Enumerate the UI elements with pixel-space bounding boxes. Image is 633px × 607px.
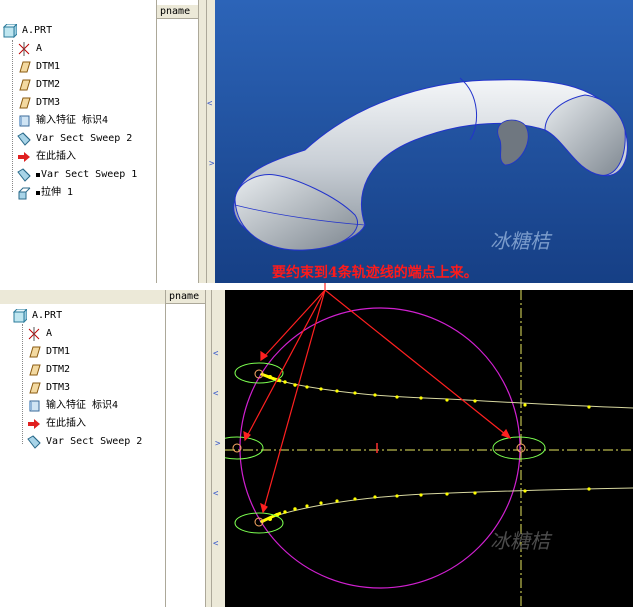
tree-item[interactable]: 输入特征 标识4 [27, 398, 118, 414]
tree-item-label: DTM3 [36, 97, 61, 108]
sweep-icon [17, 168, 33, 182]
tree-item-label: A [46, 328, 53, 339]
tree-item-label: DTM1 [36, 61, 61, 72]
bottom-model-tree: A.PRT A DTM1 DTM2 DTM3 输入特征 标识4 在此插入 Var Sect S… [0, 304, 166, 607]
datum-plane-icon [17, 78, 33, 92]
tree-item[interactable]: 拉伸 1 [17, 185, 73, 201]
tree-item[interactable]: 在此插入 [27, 416, 86, 432]
watermark: 冰糖桔 [490, 529, 550, 553]
tree-item-label: DTM1 [46, 346, 71, 357]
datum-plane-icon [17, 60, 33, 74]
datum-plane-icon [27, 345, 43, 359]
tree-item-label: A [36, 43, 43, 54]
datum-plane-icon [17, 96, 33, 110]
tree-item-label: 输入特征 标识4 [46, 400, 119, 411]
csys-icon [17, 42, 33, 56]
collapse-arrow-icon[interactable]: < [207, 100, 212, 109]
watermark: 冰糖桔 [490, 229, 550, 253]
tree-item[interactable]: DTM3 [17, 95, 60, 111]
tree-item[interactable]: A [17, 41, 42, 57]
tree-item-label: A.PRT [32, 310, 63, 321]
top-pname-column-header[interactable]: pname [156, 5, 198, 19]
part-icon [12, 307, 29, 324]
tree-item[interactable]: 在此插入 [17, 149, 76, 165]
expand-arrow-icon[interactable]: > [209, 160, 214, 169]
tree-item-label: DTM3 [46, 382, 71, 393]
datum-plane-icon [27, 381, 43, 395]
sweep-icon [27, 435, 43, 449]
collapse-arrow-icon[interactable]: < [213, 390, 218, 399]
collapse-arrow-icon[interactable]: < [213, 350, 218, 359]
tree-item[interactable]: A [27, 326, 52, 342]
tree-item-label: Var Sect Sweep 1 [41, 169, 138, 180]
sweep-icon [17, 132, 33, 146]
tree-item[interactable]: DTM1 [27, 344, 70, 360]
tree-item[interactable]: A.PRT [12, 307, 63, 324]
tree-item-label: DTM2 [36, 79, 61, 90]
tree-item-label: 在此插入 [36, 151, 76, 162]
top-3d-viewport[interactable]: 冰糖桔 [215, 0, 633, 283]
tree-item[interactable]: DTM2 [27, 362, 70, 378]
bottom-pname-column-header[interactable]: pname [165, 290, 205, 304]
datum-plane-icon [27, 363, 43, 377]
tree-item-label: 拉伸 1 [41, 187, 74, 198]
tree-item-label: 输入特征 标识4 [36, 115, 109, 126]
annotation-text: 要约束到4条轨迹线的端点上来。 [272, 265, 478, 281]
bottom-sash[interactable]: < < > < < [211, 290, 226, 607]
insert-here-arrow-icon [27, 417, 43, 431]
import-feature-icon [27, 399, 43, 413]
part-icon [2, 22, 19, 39]
extrude-icon [17, 186, 33, 200]
sketch-viewport[interactable]: 冰糖桔 [225, 290, 633, 607]
tree-item-label: Var Sect Sweep 2 [36, 133, 133, 144]
tree-item-label: A.PRT [22, 25, 53, 36]
tree-item[interactable]: A.PRT [2, 22, 53, 39]
tree-item-label: DTM2 [46, 364, 71, 375]
tree-item[interactable]: 输入特征 标识4 [17, 113, 108, 129]
bottom-pname-column [165, 304, 206, 607]
tree-item[interactable]: Var Sect Sweep 1 [17, 167, 137, 183]
tree-item[interactable]: DTM3 [27, 380, 70, 396]
tree-item[interactable]: Var Sect Sweep 2 [17, 131, 132, 147]
feature-marker-icon [36, 173, 40, 177]
collapse-arrow-icon[interactable]: < [213, 540, 218, 549]
insert-here-arrow-icon [17, 150, 33, 164]
import-feature-icon [17, 114, 33, 128]
expand-arrow-icon[interactable]: > [215, 440, 220, 449]
feature-marker-icon [36, 191, 40, 195]
handle-model-render [215, 0, 633, 283]
sketch-canvas [225, 290, 633, 607]
top-model-tree: A.PRT A DTM1 DTM2 DTM3 输入特征 标识4 Var Sect Sweep… [0, 0, 157, 283]
tree-item[interactable]: DTM1 [17, 59, 60, 75]
tree-item[interactable]: Var Sect Sweep 2 [27, 434, 142, 450]
collapse-arrow-icon[interactable]: < [213, 490, 218, 499]
tree-item[interactable]: DTM2 [17, 77, 60, 93]
top-pname-column [156, 19, 199, 283]
tree-item-label: 在此插入 [46, 418, 86, 429]
tree-item-label: Var Sect Sweep 2 [46, 436, 143, 447]
csys-icon [27, 327, 43, 341]
arrow-origin [324, 283, 326, 291]
